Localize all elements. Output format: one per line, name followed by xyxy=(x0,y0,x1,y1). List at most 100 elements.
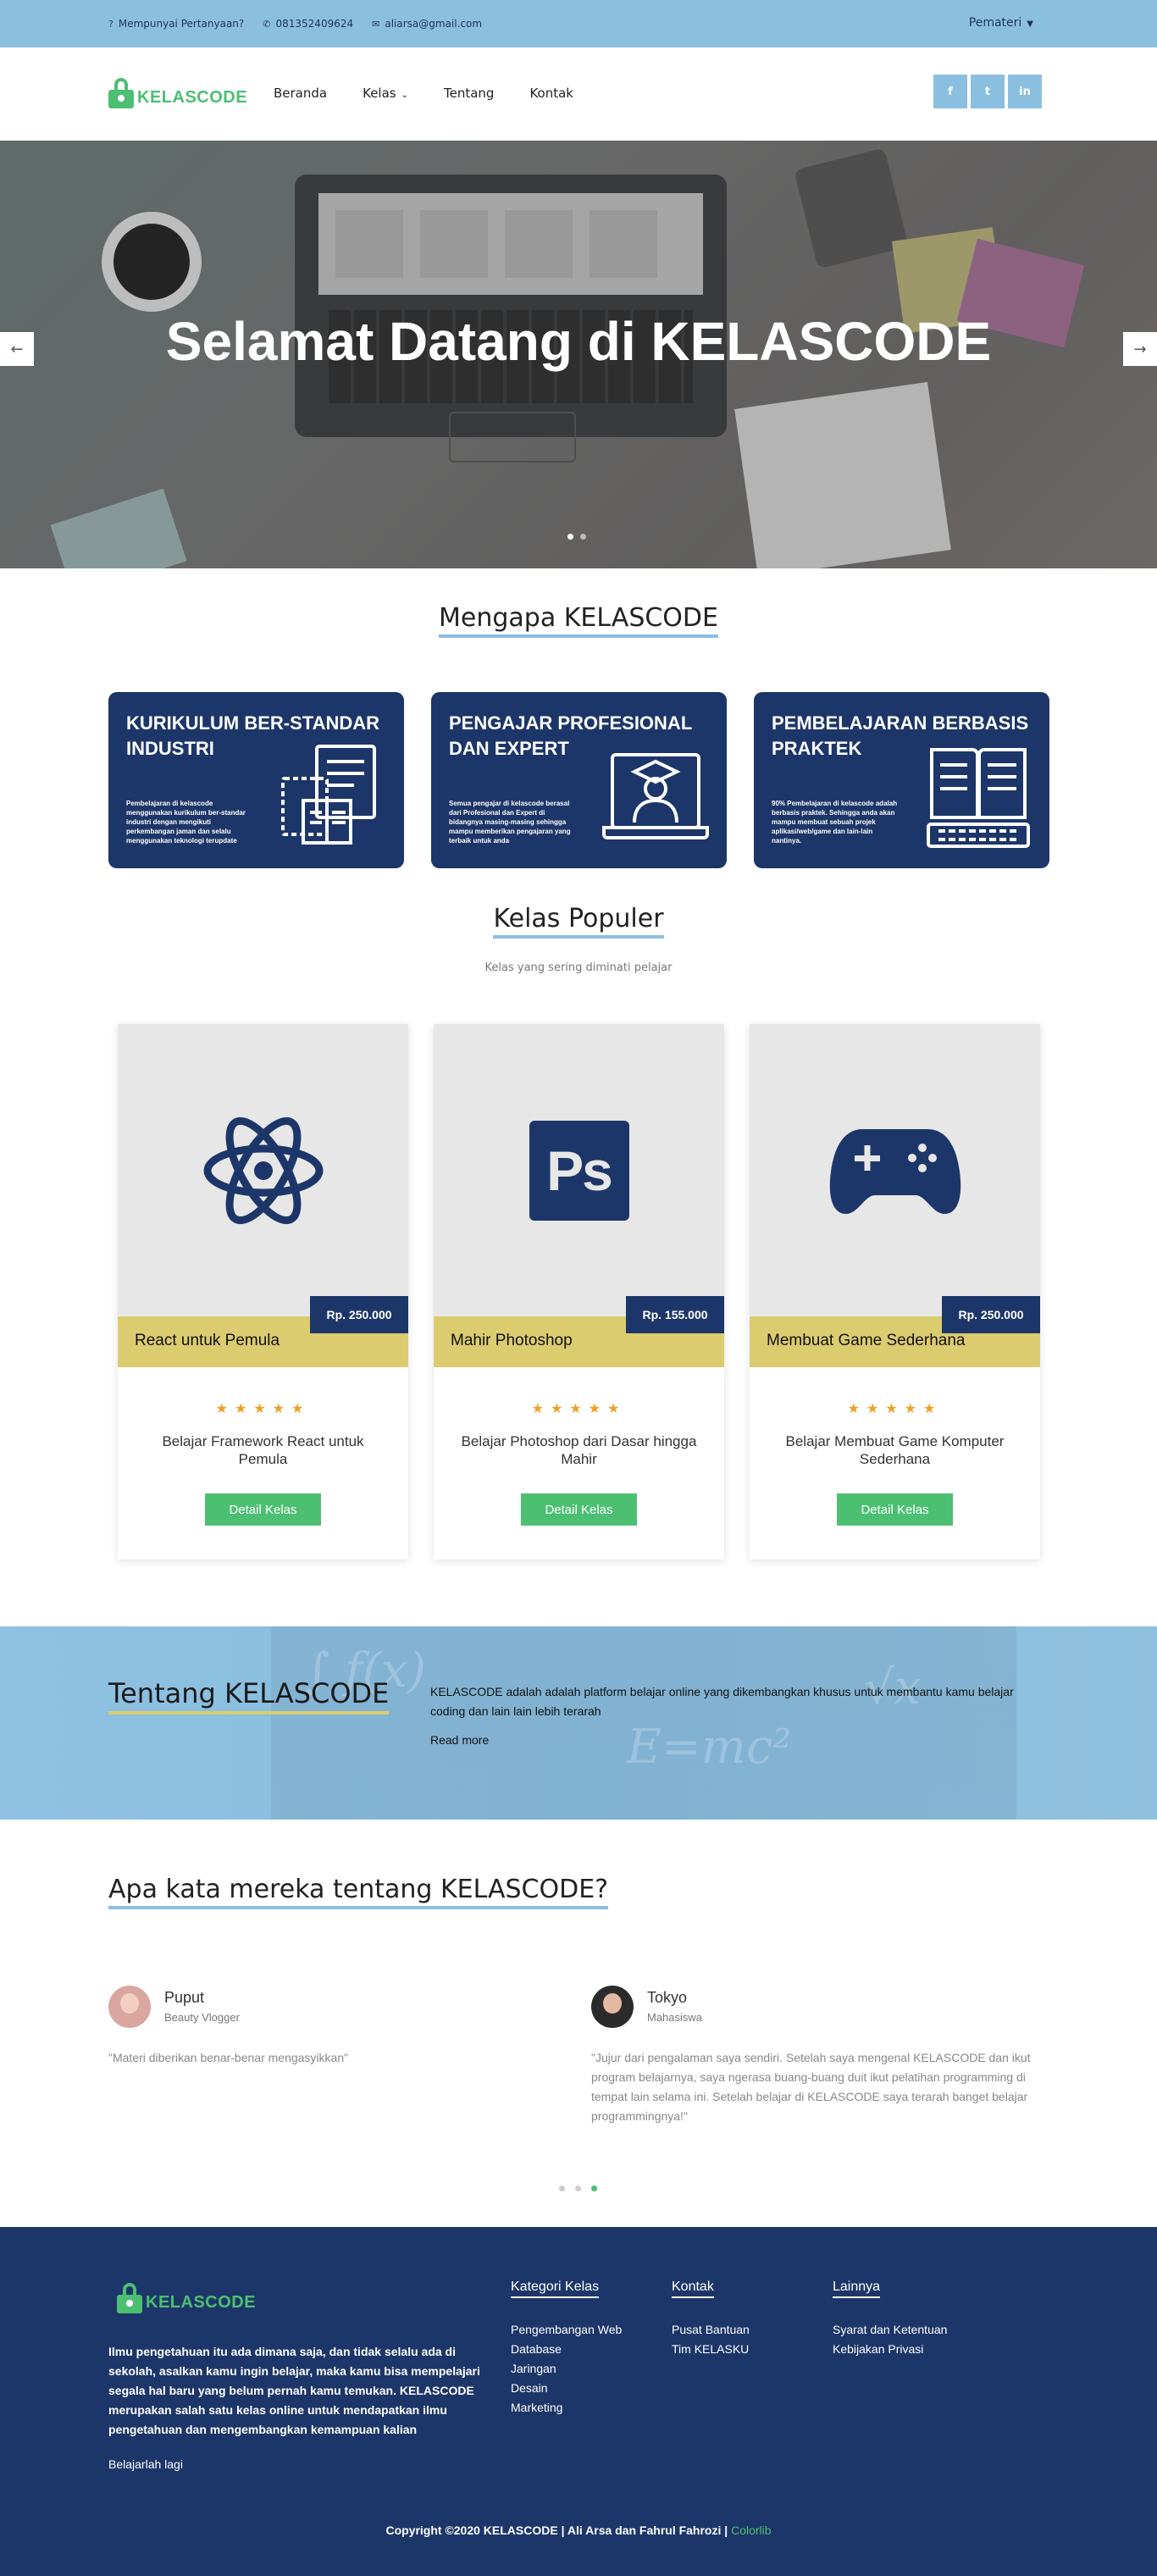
main-navbar: KELASCODE Beranda Kelas ⌄ Tentang Kontak … xyxy=(0,47,1157,141)
testimonial-role: Mahasiswa xyxy=(647,2011,703,2024)
course-price: Rp. 250.000 xyxy=(310,1296,408,1333)
footer-link[interactable]: Tim KELASKU xyxy=(672,2340,750,2359)
footer-tagline: Belajarlah lagi xyxy=(108,2457,183,2471)
phone-link[interactable]: ✆ 081352409624 xyxy=(263,18,353,30)
course-card: Membuat Game Sederhana Rp. 250.000 ★★★★★… xyxy=(750,1024,1040,1559)
about-text: KELASCODE adalah adalah platform belajar… xyxy=(430,1685,1014,1718)
about-section: ∫ f(x) E=mc² √x Tentang KELASCODE KELASC… xyxy=(0,1626,1157,1820)
read-more-link[interactable]: Read more xyxy=(430,1733,489,1747)
question-link[interactable]: ? Mempunyai Pertanyaan? xyxy=(108,18,244,30)
detail-kelas-button[interactable]: Detail Kelas xyxy=(837,1493,953,1526)
footer: KELASCODE Ilmu pengetahuan itu ada diman… xyxy=(0,2227,1157,2576)
why-card: KURIKULUM BER-STANDAR INDUSTRI Pembelaja… xyxy=(108,692,404,868)
course-price: Rp. 155.000 xyxy=(626,1296,724,1333)
question-icon: ? xyxy=(108,19,113,30)
graduate-laptop-icon xyxy=(602,753,709,839)
linkedin-icon[interactable]: in xyxy=(1008,75,1042,108)
course-description: Belajar Membuat Game Komputer Sederhana xyxy=(785,1433,1005,1467)
slider-prev-arrow-icon[interactable]: ← xyxy=(0,332,34,366)
lock-icon xyxy=(117,2283,142,2313)
email-link[interactable]: ✉ aliarsa@gmail.com xyxy=(372,18,482,30)
why-title: Mengapa KELASCODE xyxy=(0,603,1157,638)
testimonial-role: Beauty Vlogger xyxy=(164,2011,240,2024)
twitter-icon[interactable]: t xyxy=(971,75,1005,108)
detail-kelas-button[interactable]: Detail Kelas xyxy=(521,1493,637,1526)
why-cards: KURIKULUM BER-STANDAR INDUSTRI Pembelaja… xyxy=(108,692,1049,868)
footer-column-kontak: Kontak Pusat Bantuan Tim KELASKU xyxy=(672,2280,750,2359)
contact-info: ? Mempunyai Pertanyaan? ✆ 081352409624 ✉ al… xyxy=(108,18,482,30)
carousel-dot[interactable] xyxy=(575,2185,581,2191)
nav-item-beranda[interactable]: Beranda xyxy=(274,86,327,101)
course-rating-stars: ★★★★★ xyxy=(215,1400,311,1416)
slider-next-arrow-icon[interactable]: → xyxy=(1123,332,1157,366)
carousel-dot[interactable] xyxy=(559,2185,565,2191)
course-rating-stars: ★★★★★ xyxy=(531,1400,627,1416)
social-links: f t in xyxy=(933,75,1042,108)
course-name: Mahir Photoshop xyxy=(451,1332,573,1349)
testimonial-dots xyxy=(559,2185,597,2191)
course-image: Ps xyxy=(434,1024,724,1316)
course-image xyxy=(750,1024,1040,1316)
testimonial-quote: "Materi diberikan benar-benar mengasyikk… xyxy=(108,2051,349,2064)
hero-slider: Selamat Datang di KELASCODE ← → xyxy=(0,141,1157,568)
facebook-icon[interactable]: f xyxy=(933,75,967,108)
footer-column-lainnya: Lainnya Syarat dan Ketentuan Kebijakan P… xyxy=(833,2280,947,2359)
slider-dots xyxy=(567,534,586,540)
pemateri-dropdown[interactable]: Pemateri ▼ xyxy=(969,16,1033,30)
footer-column-kategori: Kategori Kelas Pengembangan Web Database… xyxy=(511,2280,622,2418)
footer-link[interactable]: Desain xyxy=(511,2379,622,2398)
course-price: Rp. 250.000 xyxy=(942,1296,1040,1333)
footer-link[interactable]: Jaringan xyxy=(511,2359,622,2379)
hero-title: Selamat Datang di KELASCODE xyxy=(165,311,992,372)
slider-dot[interactable] xyxy=(580,534,586,540)
slider-dot[interactable] xyxy=(567,534,573,540)
course-name: React untuk Pemula xyxy=(135,1332,280,1349)
avatar xyxy=(108,1986,151,2028)
gamepad-icon xyxy=(829,1128,960,1214)
caret-down-icon: ▼ xyxy=(1027,19,1033,29)
testimonials-title: Apa kata mereka tentang KELASCODE? xyxy=(108,1875,609,1909)
about-bg-chalkboard: ∫ f(x) E=mc² √x xyxy=(271,1626,1016,1820)
footer-brand-logo[interactable]: KELASCODE xyxy=(117,2283,256,2313)
book-keyboard-icon xyxy=(927,748,1030,848)
mail-icon: ✉ xyxy=(372,19,380,30)
nav-menu: Beranda Kelas ⌄ Tentang Kontak xyxy=(274,86,609,101)
detail-kelas-button[interactable]: Detail Kelas xyxy=(205,1493,321,1526)
why-card: PEMBELAJARAN BERBASIS PRAKTEK 90% Pembel… xyxy=(754,692,1049,868)
documents-icon xyxy=(281,745,376,845)
nav-item-tentang[interactable]: Tentang xyxy=(444,86,494,101)
footer-link[interactable]: Database xyxy=(511,2340,622,2359)
course-image xyxy=(118,1024,408,1316)
phone-icon: ✆ xyxy=(263,19,271,30)
copyright: Copyright ©2020 KELASCODE | Ali Arsa dan… xyxy=(385,2523,772,2537)
footer-link[interactable]: Syarat dan Ketentuan xyxy=(833,2320,947,2340)
footer-link[interactable]: Kebijakan Privasi xyxy=(833,2340,947,2359)
nav-item-kontak[interactable]: Kontak xyxy=(529,86,573,101)
footer-link[interactable]: Pengembangan Web xyxy=(511,2320,622,2340)
footer-about-text: Ilmu pengetahuan itu ada dimana saja, da… xyxy=(108,2345,480,2436)
lock-icon xyxy=(108,78,134,108)
testimonial-quote: "Jujur dari pengalaman saya sendiri. Set… xyxy=(591,2051,1031,2123)
footer-link[interactable]: Marketing xyxy=(511,2398,622,2418)
brand-logo[interactable]: KELASCODE xyxy=(108,78,247,108)
carousel-dot[interactable] xyxy=(591,2185,597,2191)
about-title: Tentang KELASCODE xyxy=(108,1677,390,1715)
footer-link[interactable]: Pusat Bantuan xyxy=(672,2320,750,2340)
testimonial-name: Tokyo xyxy=(647,1989,688,2006)
popular-subtitle: Kelas yang sering diminati pelajar xyxy=(484,961,673,974)
course-name: Membuat Game Sederhana xyxy=(767,1332,966,1349)
photoshop-icon: Ps xyxy=(529,1120,629,1221)
nav-item-kelas[interactable]: Kelas ⌄ xyxy=(363,86,408,101)
why-card: PENGAJAR PROFESIONAL DAN EXPERT Semua pe… xyxy=(431,692,727,868)
chevron-down-icon: ⌄ xyxy=(401,91,408,100)
avatar xyxy=(591,1986,634,2028)
course-description: Belajar Framework React untuk Pemula xyxy=(162,1433,364,1467)
course-card: Ps Mahir Photoshop Rp. 155.000 ★★★★★ Bel… xyxy=(434,1024,724,1559)
course-description: Belajar Photoshop dari Dasar hingga Mahi… xyxy=(461,1433,697,1467)
colorlib-link[interactable]: Colorlib xyxy=(731,2523,771,2537)
testimonial-name: Puput xyxy=(164,1989,205,2006)
popular-title: Kelas Populer xyxy=(0,904,1157,939)
course-rating-stars: ★★★★★ xyxy=(847,1400,943,1416)
react-atom-icon xyxy=(203,1116,323,1224)
course-card: React untuk Pemula Rp. 250.000 ★★★★★ Bel… xyxy=(118,1024,408,1559)
